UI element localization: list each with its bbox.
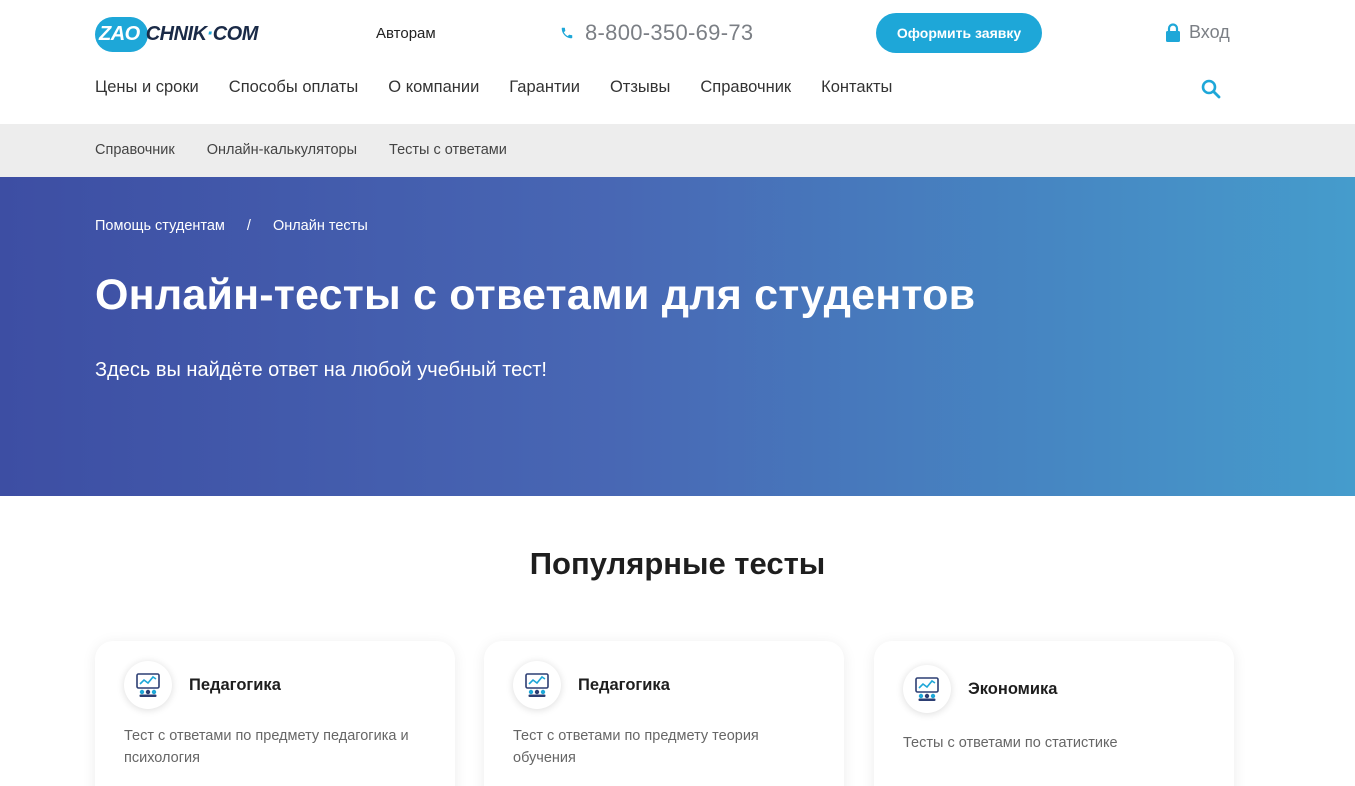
sub-nav: Справочник Онлайн-калькуляторы Тесты с о… — [0, 124, 1355, 177]
classroom-icon — [124, 661, 172, 709]
page-subtitle: Здесь вы найдёте ответ на любой учебный … — [95, 359, 547, 381]
test-card[interactable]: Педагогика Тест с ответами по предмету т… — [484, 641, 844, 786]
section-title: Популярные тесты — [529, 546, 826, 581]
nav-item-reviews[interactable]: Отзывы — [610, 78, 670, 97]
card-title: Экономика — [968, 680, 1058, 698]
subnav-item-calculators[interactable]: Онлайн-калькуляторы — [207, 142, 357, 158]
card-description: Тест с ответами по предмету теория обуче… — [513, 728, 759, 766]
logo-text: CHNIK·COM — [145, 22, 259, 45]
breadcrumb-item-help[interactable]: Помощь студентам — [95, 218, 225, 234]
breadcrumb-separator: / — [246, 218, 251, 234]
phone-number: 8-800-350-69-73 — [585, 20, 754, 45]
test-card[interactable]: Педагогика Тест с ответами по предмету п… — [95, 641, 455, 786]
authors-link[interactable]: Авторам — [376, 25, 436, 42]
login-label: Вход — [1189, 22, 1230, 42]
card-title: Педагогика — [578, 676, 670, 694]
classroom-icon — [903, 665, 951, 713]
subnav-item-tests[interactable]: Тесты с ответами — [389, 142, 507, 158]
classroom-icon — [513, 661, 561, 709]
nav-item-guarantees[interactable]: Гарантии — [509, 78, 580, 97]
card-title: Педагогика — [189, 676, 281, 694]
nav-item-reference[interactable]: Справочник — [700, 78, 791, 97]
subnav-item-reference[interactable]: Справочник — [95, 142, 175, 158]
page-title: Онлайн-тесты с ответами для студентов — [95, 271, 976, 319]
nav-item-about[interactable]: О компании — [388, 78, 479, 97]
lock-icon — [1166, 22, 1180, 42]
test-card[interactable]: Экономика Тесты с ответами по статистике — [874, 641, 1234, 786]
phone-link[interactable]: 8-800-350-69-73 — [560, 20, 753, 46]
card-description: Тест с ответами по предмету педагогика и… — [124, 728, 409, 766]
search-icon[interactable] — [1201, 79, 1221, 99]
breadcrumb-item-current: Онлайн тесты — [272, 218, 368, 234]
logo-badge: ZAO — [95, 16, 148, 52]
order-button[interactable]: Оформить заявку — [876, 13, 1042, 53]
card-description: Тесты с ответами по статистике — [903, 735, 1118, 751]
site-logo[interactable]: ZAO CHNIK·COM — [95, 14, 258, 54]
breadcrumb: Помощь студентам / Онлайн тесты — [95, 218, 368, 234]
nav-item-prices[interactable]: Цены и сроки — [95, 78, 199, 97]
top-bar: ZAO CHNIK·COM Авторам 8-800-350-69-73 Оф… — [0, 0, 1355, 68]
nav-item-payment[interactable]: Способы оплаты — [229, 78, 359, 97]
main-nav: Цены и сроки Способы оплаты О компании Г… — [95, 78, 922, 97]
login-link[interactable]: Вход — [1165, 22, 1230, 43]
nav-item-contacts[interactable]: Контакты — [821, 78, 892, 97]
hero-banner: Помощь студентам / Онлайн тесты Онлайн-т… — [0, 177, 1355, 496]
phone-icon — [561, 27, 573, 39]
